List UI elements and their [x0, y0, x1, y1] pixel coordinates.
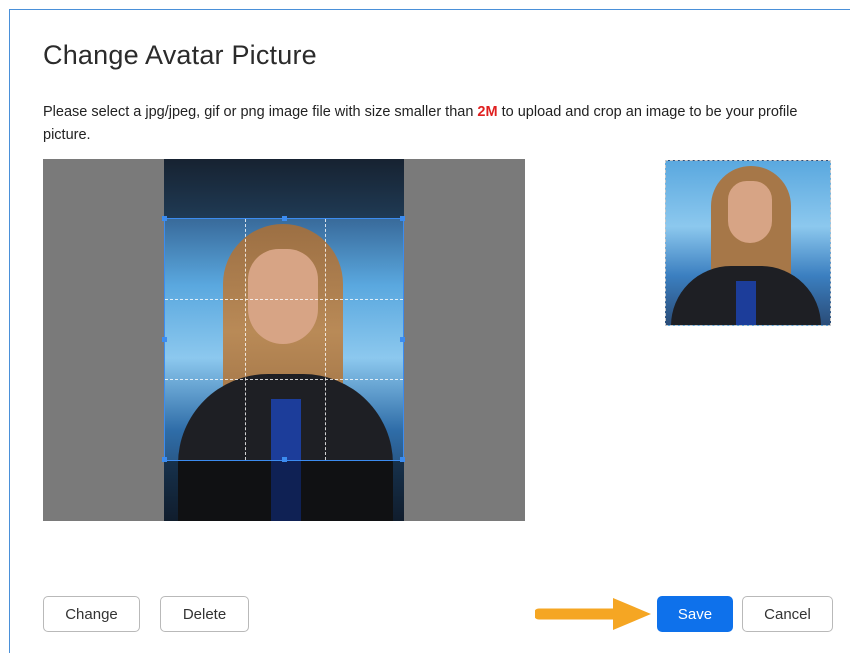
crop-handle-top-left[interactable]: [162, 216, 167, 221]
dialog-title: Change Avatar Picture: [43, 40, 317, 70]
crop-handle-bottom[interactable]: [282, 457, 287, 462]
size-limit-highlight: 2M: [477, 104, 498, 120]
preview-shirt: [736, 281, 756, 325]
crop-guide-line: [165, 379, 403, 380]
crop-mask-top: [164, 159, 404, 218]
crop-handle-top-right[interactable]: [400, 216, 405, 221]
crop-guide-line: [325, 219, 326, 460]
crop-guide-line: [165, 299, 403, 300]
image-crop-area[interactable]: [43, 159, 525, 521]
avatar-preview: [665, 160, 831, 326]
crop-guide-line: [245, 219, 246, 460]
cancel-button[interactable]: Cancel: [742, 596, 833, 632]
save-button[interactable]: Save: [657, 596, 733, 632]
crop-handle-top[interactable]: [282, 216, 287, 221]
description-text: Please select a jpg/jpeg, gif or png ima…: [43, 104, 478, 120]
crop-selection-box[interactable]: [162, 216, 405, 462]
crop-handle-bottom-right[interactable]: [400, 457, 405, 462]
dialog-description: Please select a jpg/jpeg, gif or png ima…: [43, 101, 833, 147]
crop-handle-left[interactable]: [162, 337, 167, 342]
change-button[interactable]: Change: [43, 596, 140, 632]
crop-mask-bottom: [164, 461, 404, 521]
arrow-pointer-icon: [535, 598, 651, 630]
preview-face: [728, 181, 772, 243]
crop-handle-right[interactable]: [400, 337, 405, 342]
delete-button[interactable]: Delete: [160, 596, 249, 632]
crop-handle-bottom-left[interactable]: [162, 457, 167, 462]
